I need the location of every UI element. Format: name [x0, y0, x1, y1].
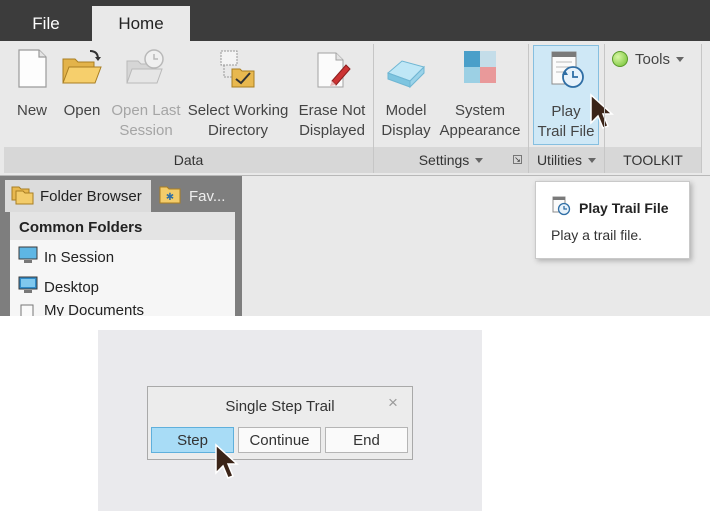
- play-trail-file-icon: [544, 48, 588, 92]
- erase-icon: [310, 47, 354, 91]
- end-label: End: [353, 431, 380, 449]
- folder-browser-icon: [11, 183, 35, 209]
- dialog-launcher-icon[interactable]: ↘: [513, 155, 522, 164]
- favorites-icon: ✱: [159, 184, 181, 208]
- mouse-cursor-icon: [214, 443, 240, 486]
- tab-home[interactable]: Home: [92, 6, 190, 41]
- svg-text:✱: ✱: [166, 192, 174, 203]
- utilities-group-footer[interactable]: Utilities: [529, 147, 604, 173]
- open-last-session-label-line2: Session: [119, 122, 173, 139]
- data-group-label: Data: [173, 152, 204, 168]
- mouse-cursor-icon: [589, 93, 615, 136]
- tab-file[interactable]: File: [0, 6, 92, 41]
- erase-not-displayed-label-line1: Erase Not: [298, 102, 366, 119]
- tools-label: Tools: [635, 50, 671, 68]
- tab-favorites[interactable]: ✱ Fav...: [152, 180, 238, 212]
- single-step-trail-dialog: Single Step Trail × Step Continue End: [147, 386, 413, 460]
- documents-icon: [18, 304, 38, 316]
- play-trail-file-label-line2: Trail File: [537, 123, 595, 140]
- folder-item-label: Desktop: [44, 278, 100, 296]
- favorites-label: Fav...: [189, 187, 226, 205]
- tab-folder-browser[interactable]: Folder Browser: [5, 180, 151, 212]
- working-directory-icon: [216, 47, 260, 91]
- open-folder-icon: [60, 47, 104, 91]
- settings-group-footer[interactable]: Settings ↘: [374, 147, 528, 173]
- open-last-session-label-line1: Open Last: [111, 102, 181, 119]
- new-file-icon: [10, 47, 54, 91]
- new-button[interactable]: New: [10, 45, 54, 145]
- system-appearance-button[interactable]: System Appearance: [438, 45, 522, 145]
- chevron-down-icon: [676, 56, 685, 62]
- data-group-footer: Data: [4, 147, 373, 173]
- folder-item-label: My Documents: [44, 304, 145, 316]
- select-working-directory-label-line2: Directory: [207, 122, 268, 139]
- model-display-label-line1: Model: [385, 102, 427, 119]
- new-label: New: [16, 102, 47, 119]
- select-working-directory-label-line1: Select Working: [187, 102, 289, 119]
- folder-item-in-session[interactable]: In Session: [18, 244, 114, 270]
- dialog-title: Single Step Trail: [225, 398, 335, 415]
- step-label: Step: [177, 431, 208, 449]
- common-folders-heading: Common Folders: [19, 219, 143, 236]
- tools-dropdown[interactable]: Tools: [612, 49, 685, 69]
- ribbon: New Open Open Last Session Select Workin…: [0, 41, 710, 176]
- tooltip-title: Play Trail File: [579, 199, 669, 216]
- play-trail-file-icon: [551, 196, 571, 219]
- folder-item-label: In Session: [44, 248, 115, 266]
- folder-item-my-documents[interactable]: My Documents: [18, 304, 144, 316]
- utilities-group-label: Utilities: [536, 152, 583, 168]
- group-divider: [701, 44, 702, 173]
- open-last-session-icon: [124, 47, 168, 91]
- open-last-session-button[interactable]: Open Last Session: [110, 45, 182, 145]
- close-icon[interactable]: ×: [386, 394, 400, 411]
- desktop-icon: [18, 276, 38, 298]
- model-display-label-line2: Display: [381, 122, 431, 139]
- model-display-button[interactable]: Model Display: [378, 45, 434, 145]
- system-appearance-label-line1: System: [454, 102, 505, 119]
- system-appearance-icon: [458, 47, 502, 91]
- tooltip: Play Trail File Play a trail file.: [535, 181, 690, 259]
- tooltip-description: Play a trail file.: [551, 227, 643, 243]
- system-appearance-label-line2: Appearance: [439, 122, 521, 139]
- open-label: Open: [63, 102, 101, 119]
- erase-not-displayed-button[interactable]: Erase Not Displayed: [296, 45, 368, 145]
- status-light-icon: [612, 51, 628, 67]
- erase-not-displayed-label-line2: Displayed: [299, 122, 365, 139]
- chevron-down-icon: [588, 157, 597, 163]
- settings-group-label: Settings: [418, 152, 470, 168]
- continue-button[interactable]: Continue: [238, 427, 321, 453]
- monitor-icon: [18, 246, 38, 268]
- model-display-icon: [384, 47, 428, 91]
- folder-browser-label: Folder Browser: [40, 187, 142, 205]
- play-trail-file-label-line1: Play: [551, 103, 581, 120]
- select-working-directory-button[interactable]: Select Working Directory: [186, 45, 290, 145]
- open-button[interactable]: Open: [60, 45, 104, 145]
- folder-item-desktop[interactable]: Desktop: [18, 274, 99, 300]
- chevron-down-icon: [475, 157, 484, 163]
- continue-label: Continue: [249, 431, 310, 449]
- toolkit-group-footer: TOOLKIT: [605, 147, 701, 173]
- toolkit-group-label: TOOLKIT: [623, 152, 683, 168]
- end-button[interactable]: End: [325, 427, 408, 453]
